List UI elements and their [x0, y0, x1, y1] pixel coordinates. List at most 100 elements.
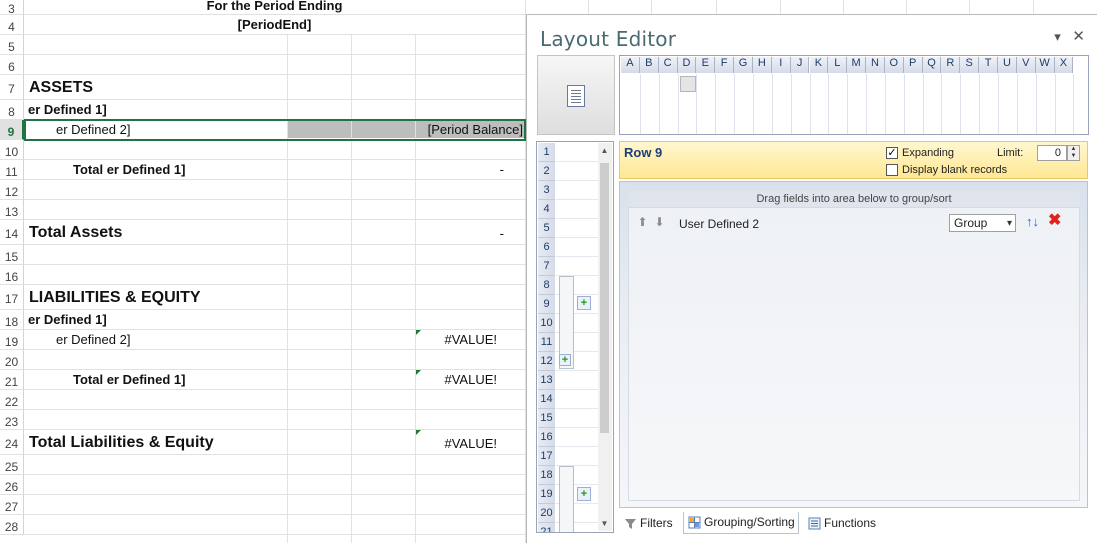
column-d-marker[interactable]: [680, 76, 696, 92]
row-header[interactable]: 5: [0, 35, 24, 55]
cell-user-defined-1[interactable]: er Defined 1]: [28, 312, 107, 327]
row-number[interactable]: 21: [538, 523, 555, 532]
expanding-checkbox[interactable]: ✓: [886, 147, 898, 159]
row-header[interactable]: 14: [0, 220, 24, 245]
panel-options-icon[interactable]: ▾: [1054, 29, 1061, 45]
row-number[interactable]: 14: [538, 390, 555, 409]
column-header[interactable]: X: [1054, 57, 1074, 73]
close-icon[interactable]: ✕: [1072, 27, 1085, 45]
tab-filters[interactable]: Filters: [619, 512, 683, 534]
row-number[interactable]: 11: [538, 333, 555, 352]
row-number[interactable]: 3: [538, 181, 555, 200]
row-header[interactable]: 23: [0, 410, 24, 430]
cell-error-value[interactable]: #VALUE!: [416, 436, 497, 451]
cell-total-assets[interactable]: Total Assets: [29, 224, 122, 242]
row-header[interactable]: 18: [0, 310, 24, 330]
row-header[interactable]: 12: [0, 180, 24, 200]
cell-period-ending[interactable]: For the Period Ending: [24, 0, 525, 13]
limit-spinner[interactable]: ▲ ▼: [1067, 145, 1080, 161]
cell-total-value[interactable]: -: [416, 162, 504, 177]
tab-grouping-sorting[interactable]: Grouping/Sorting: [683, 512, 799, 534]
column-header[interactable]: E: [696, 57, 716, 73]
row-header[interactable]: 19: [0, 330, 24, 350]
row-header[interactable]: 10: [0, 140, 24, 160]
add-row-icon[interactable]: +: [577, 296, 591, 310]
cell-user-defined-2[interactable]: er Defined 2]: [56, 122, 130, 137]
column-header[interactable]: U: [998, 57, 1017, 73]
column-header[interactable]: K: [809, 57, 829, 73]
row-number[interactable]: 8: [538, 276, 555, 295]
column-header[interactable]: Q: [922, 57, 942, 73]
spin-down-icon[interactable]: ▼: [1068, 153, 1079, 160]
row-header[interactable]: 17: [0, 285, 24, 310]
column-header[interactable]: T: [979, 57, 998, 73]
row-header[interactable]: 25: [0, 455, 24, 475]
scroll-up-icon[interactable]: ▲: [600, 146, 609, 155]
row-number[interactable]: 7: [538, 257, 555, 276]
tab-functions[interactable]: Functions: [803, 512, 893, 534]
row-header[interactable]: 3: [0, 0, 24, 16]
row-header[interactable]: 6: [0, 55, 24, 75]
row-number[interactable]: 12: [538, 352, 555, 371]
column-header[interactable]: S: [960, 57, 980, 73]
delete-icon[interactable]: ✖: [1048, 213, 1064, 229]
cell-period-end[interactable]: [PeriodEnd]: [24, 17, 525, 32]
row-list-scrollbar[interactable]: ▲ ▼: [598, 143, 612, 531]
column-header[interactable]: C: [658, 57, 678, 73]
cell-user-defined-2[interactable]: er Defined 2]: [56, 332, 130, 347]
row-number[interactable]: 15: [538, 409, 555, 428]
cell-liabilities-heading[interactable]: LIABILITIES & EQUITY: [29, 289, 201, 307]
row-header[interactable]: 24: [0, 430, 24, 455]
column-header[interactable]: I: [771, 57, 791, 73]
column-header[interactable]: L: [828, 57, 848, 73]
column-header[interactable]: F: [715, 57, 735, 73]
column-header[interactable]: V: [1016, 57, 1036, 73]
row-header[interactable]: 9: [0, 120, 24, 140]
cell-total-user-defined-1[interactable]: Total er Defined 1]: [73, 372, 185, 387]
row-header[interactable]: 22: [0, 390, 24, 410]
add-row-icon[interactable]: +: [559, 354, 571, 366]
spin-up-icon[interactable]: ▲: [1068, 146, 1079, 153]
column-header[interactable]: A: [621, 57, 640, 73]
scroll-down-icon[interactable]: ▼: [600, 519, 609, 528]
filled-cell[interactable]: [352, 121, 415, 138]
scrollbar-thumb[interactable]: [600, 163, 609, 433]
column-header[interactable]: P: [903, 57, 923, 73]
cell-error-value[interactable]: #VALUE!: [416, 372, 497, 387]
row-number[interactable]: 4: [538, 200, 555, 219]
row-header[interactable]: 28: [0, 515, 24, 535]
sort-order-icon[interactable]: ↑↓: [1026, 214, 1042, 230]
row-number[interactable]: 1: [538, 143, 555, 162]
column-header[interactable]: R: [941, 57, 961, 73]
row-number[interactable]: 13: [538, 371, 555, 390]
row-header[interactable]: 27: [0, 495, 24, 515]
move-up-icon[interactable]: ⬆: [637, 216, 648, 229]
column-header[interactable]: D: [677, 57, 697, 73]
row-number[interactable]: 17: [538, 447, 555, 466]
row-header[interactable]: 7: [0, 75, 24, 100]
row-header[interactable]: 4: [0, 15, 24, 35]
row-number[interactable]: 19: [538, 485, 555, 504]
column-header[interactable]: M: [847, 57, 867, 73]
move-down-icon[interactable]: ⬇: [654, 216, 665, 229]
row-header[interactable]: 13: [0, 200, 24, 220]
add-row-icon[interactable]: +: [577, 487, 591, 501]
row-number[interactable]: 18: [538, 466, 555, 485]
row-number[interactable]: 16: [538, 428, 555, 447]
display-blank-checkbox[interactable]: [886, 164, 898, 176]
column-header[interactable]: J: [790, 57, 810, 73]
row-number[interactable]: 6: [538, 238, 555, 257]
column-header[interactable]: N: [866, 57, 885, 73]
group-mode-select[interactable]: Group ▾: [949, 214, 1016, 232]
cell-period-balance[interactable]: [Period Balance]: [416, 122, 523, 137]
cell-assets-heading[interactable]: ASSETS: [29, 79, 93, 97]
row-number[interactable]: 9: [538, 295, 555, 314]
cell-total-user-defined-1[interactable]: Total er Defined 1]: [73, 162, 185, 177]
row-header[interactable]: 26: [0, 475, 24, 495]
row-header[interactable]: 8: [0, 100, 24, 120]
row-header[interactable]: 21: [0, 370, 24, 390]
column-header[interactable]: G: [734, 57, 753, 73]
row-header[interactable]: 20: [0, 350, 24, 370]
row-number[interactable]: 2: [538, 162, 555, 181]
group-drop-zone[interactable]: ⬆ ⬇ User Defined 2 Group ▾ ↑↓ ✖: [628, 207, 1080, 501]
